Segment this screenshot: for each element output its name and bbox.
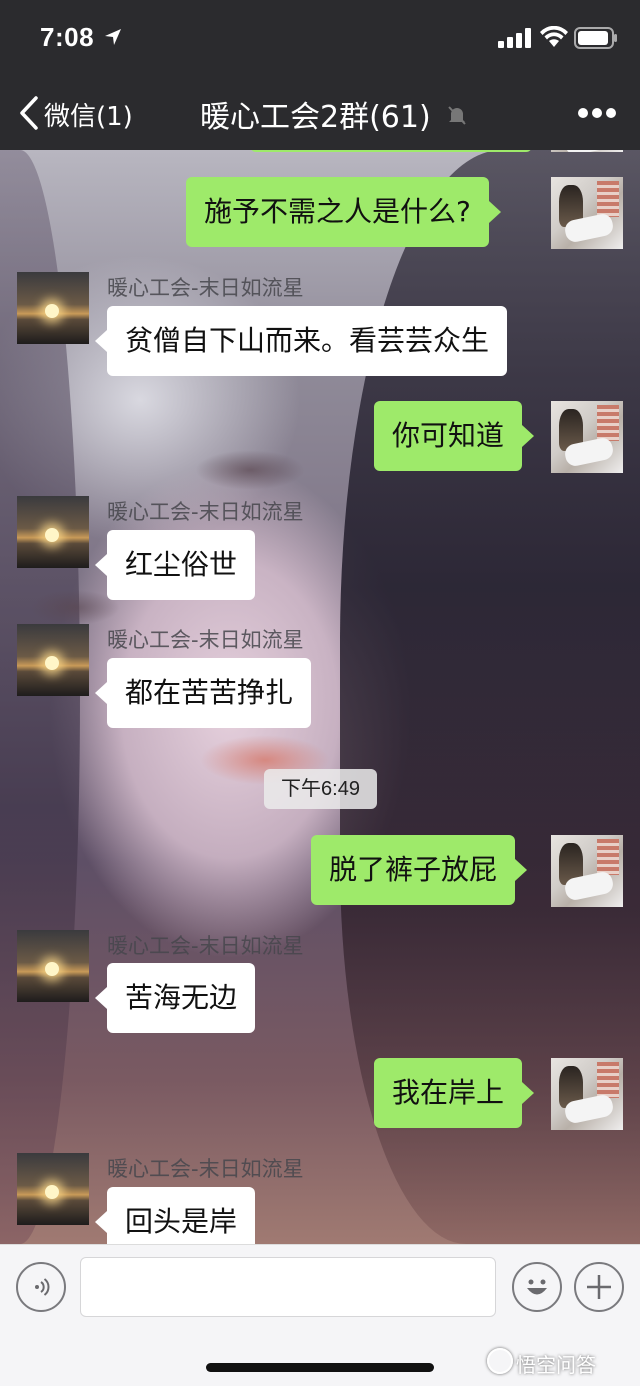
sender-name: 暖心工会-末日如流星 bbox=[107, 934, 304, 958]
sender-avatar[interactable] bbox=[17, 496, 89, 568]
message-timestamp: 下午6:49 bbox=[264, 769, 377, 809]
wifi-icon bbox=[540, 26, 568, 47]
incoming-message[interactable]: 苦海无边 bbox=[94, 963, 256, 1033]
sender-avatar[interactable] bbox=[17, 272, 89, 344]
top-bar: 7:08 微信(1) 暖心工会2群(61) bbox=[0, 0, 640, 150]
emoji-icon bbox=[527, 1279, 547, 1295]
voice-button[interactable] bbox=[16, 1262, 66, 1312]
my-avatar[interactable] bbox=[551, 835, 623, 907]
outgoing-message[interactable]: 你可知道 bbox=[374, 401, 535, 471]
sender-name: 暖心工会-末日如流星 bbox=[107, 500, 304, 524]
voice-icon bbox=[35, 1278, 50, 1296]
location-arrow-icon bbox=[105, 29, 121, 45]
more-dots-icon[interactable] bbox=[577, 106, 617, 120]
incoming-message[interactable]: 贫僧自下山而来。看芸芸众生 bbox=[94, 306, 508, 376]
message-input[interactable] bbox=[80, 1257, 496, 1317]
incoming-message[interactable]: 红尘俗世 bbox=[94, 530, 256, 600]
previous-message-bubble[interactable] bbox=[250, 150, 532, 152]
my-avatar[interactable] bbox=[551, 1058, 623, 1130]
outgoing-message[interactable]: 施予不需之人是什么? bbox=[186, 177, 501, 247]
sender-avatar[interactable] bbox=[17, 1153, 89, 1225]
my-avatar[interactable] bbox=[551, 150, 623, 152]
sender-name: 暖心工会-末日如流星 bbox=[107, 276, 304, 300]
watermark-logo-icon bbox=[487, 1348, 513, 1374]
sender-name: 暖心工会-末日如流星 bbox=[107, 628, 304, 652]
more-functions-button[interactable] bbox=[574, 1262, 624, 1312]
watermark-text: 悟空问答 bbox=[516, 1353, 596, 1377]
home-indicator[interactable] bbox=[206, 1363, 434, 1372]
my-avatar[interactable] bbox=[551, 177, 623, 249]
mute-bell-icon bbox=[448, 106, 466, 125]
battery-icon bbox=[574, 27, 617, 49]
chat-title: 暖心工会2群(61) bbox=[200, 100, 431, 135]
input-bar: 悟空问答 bbox=[0, 1244, 640, 1386]
signal-icon bbox=[498, 28, 531, 48]
message-list[interactable]: 施予不需之人是什么? 暖心工会-末日如流星 贫僧自下山而来。看芸芸众生 你可知道… bbox=[0, 150, 640, 1244]
back-button-label[interactable]: 微信(1) bbox=[44, 96, 133, 133]
outgoing-message[interactable]: 脱了裤子放屁 bbox=[311, 835, 528, 905]
emoji-button[interactable] bbox=[512, 1262, 562, 1312]
status-time: 7:08 bbox=[40, 22, 95, 52]
outgoing-message[interactable]: 我在岸上 bbox=[374, 1058, 535, 1128]
incoming-message[interactable]: 回头是岸 bbox=[94, 1187, 256, 1244]
incoming-message[interactable]: 都在苦苦挣扎 bbox=[94, 658, 312, 728]
plus-icon bbox=[587, 1275, 611, 1299]
my-avatar[interactable] bbox=[551, 401, 623, 473]
back-chevron-icon[interactable] bbox=[18, 96, 40, 130]
sender-avatar[interactable] bbox=[17, 930, 89, 1002]
sender-avatar[interactable] bbox=[17, 624, 89, 696]
sender-name: 暖心工会-末日如流星 bbox=[107, 1157, 304, 1181]
